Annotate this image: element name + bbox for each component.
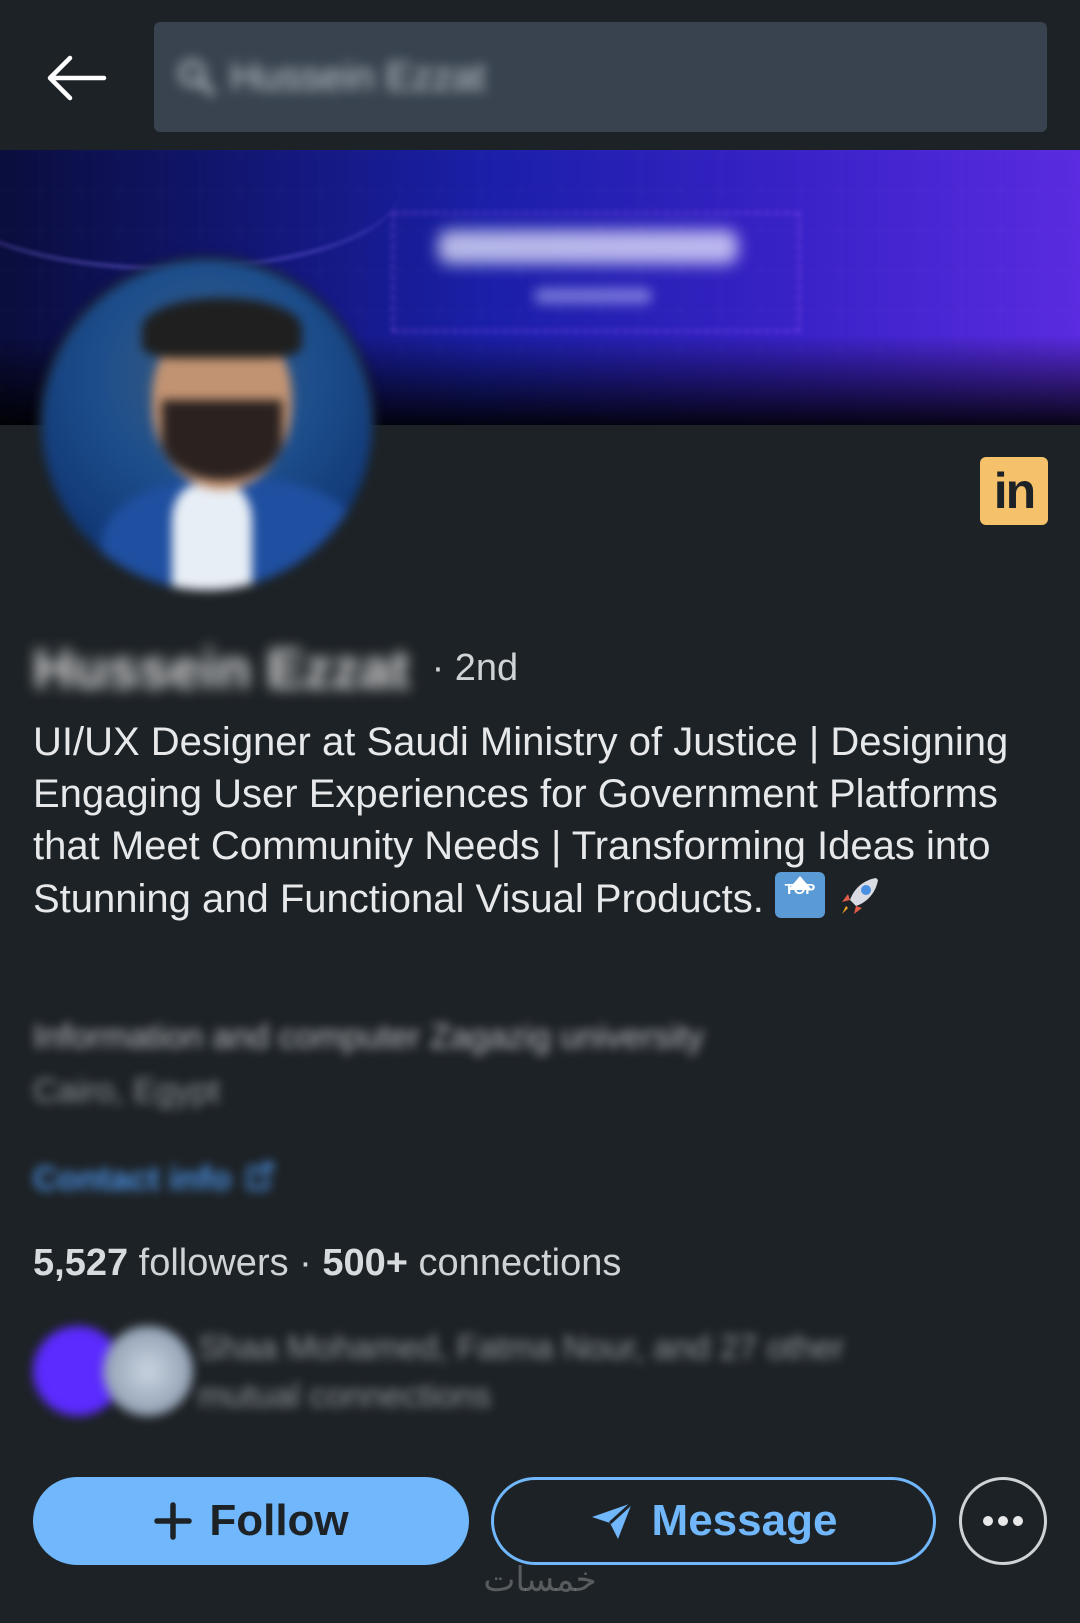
contact-info-link[interactable]: Contact info	[33, 1160, 275, 1199]
back-button[interactable]	[34, 40, 118, 116]
search-query: Hussein Ezzat	[230, 54, 486, 99]
watermark: خمسات	[483, 1560, 597, 1600]
plus-icon	[154, 1502, 193, 1540]
network-stats[interactable]: 5,527 followers · 500+ connections	[33, 1242, 621, 1285]
profile-avatar[interactable]	[38, 256, 376, 594]
search-icon	[179, 60, 215, 96]
mutual-avatar	[103, 1326, 193, 1416]
followers-label: followers	[138, 1242, 289, 1284]
more-options-button[interactable]	[959, 1477, 1047, 1565]
external-link-icon	[247, 1162, 273, 1190]
mutual-connections[interactable]: Shaa Mohamed, Fatma Nour, and 27 other m…	[33, 1318, 1033, 1418]
linkedin-badge-icon[interactable]: in	[980, 457, 1048, 525]
top-bar: Hussein Ezzat	[0, 0, 1080, 150]
mutual-connections-text: Shaa Mohamed, Fatma Nour, and 27 other m…	[198, 1329, 845, 1415]
connections-label: connections	[418, 1242, 622, 1284]
top-arrow-icon: TOP	[774, 872, 825, 918]
search-input[interactable]: Hussein Ezzat	[154, 22, 1047, 132]
connections-count: 500+	[322, 1242, 408, 1284]
followers-count: 5,527	[33, 1242, 129, 1284]
message-button[interactable]: Message	[491, 1477, 936, 1565]
profile-name: Hussein Ezzat	[33, 636, 410, 700]
banner-title	[438, 230, 738, 264]
education: Information and computer Zagazig univers…	[33, 1018, 704, 1056]
send-icon	[591, 1501, 633, 1539]
follow-label: Follow	[209, 1496, 349, 1545]
banner-subtitle	[534, 288, 652, 304]
profile-headline: UI/UX Designer at Saudi Ministry of Just…	[33, 716, 1053, 925]
more-horizontal-icon	[983, 1516, 1023, 1526]
message-label: Message	[651, 1496, 838, 1545]
follow-button[interactable]: Follow	[33, 1477, 469, 1565]
name-row: Hussein Ezzat · 2nd	[33, 636, 519, 700]
location: Cairo, Egypt	[33, 1072, 221, 1110]
badge-label: in	[993, 463, 1036, 519]
stats-separator: ·	[299, 1242, 312, 1284]
rocket-icon	[842, 878, 879, 914]
arrow-left-icon	[47, 55, 107, 101]
connection-degree: · 2nd	[431, 646, 519, 689]
